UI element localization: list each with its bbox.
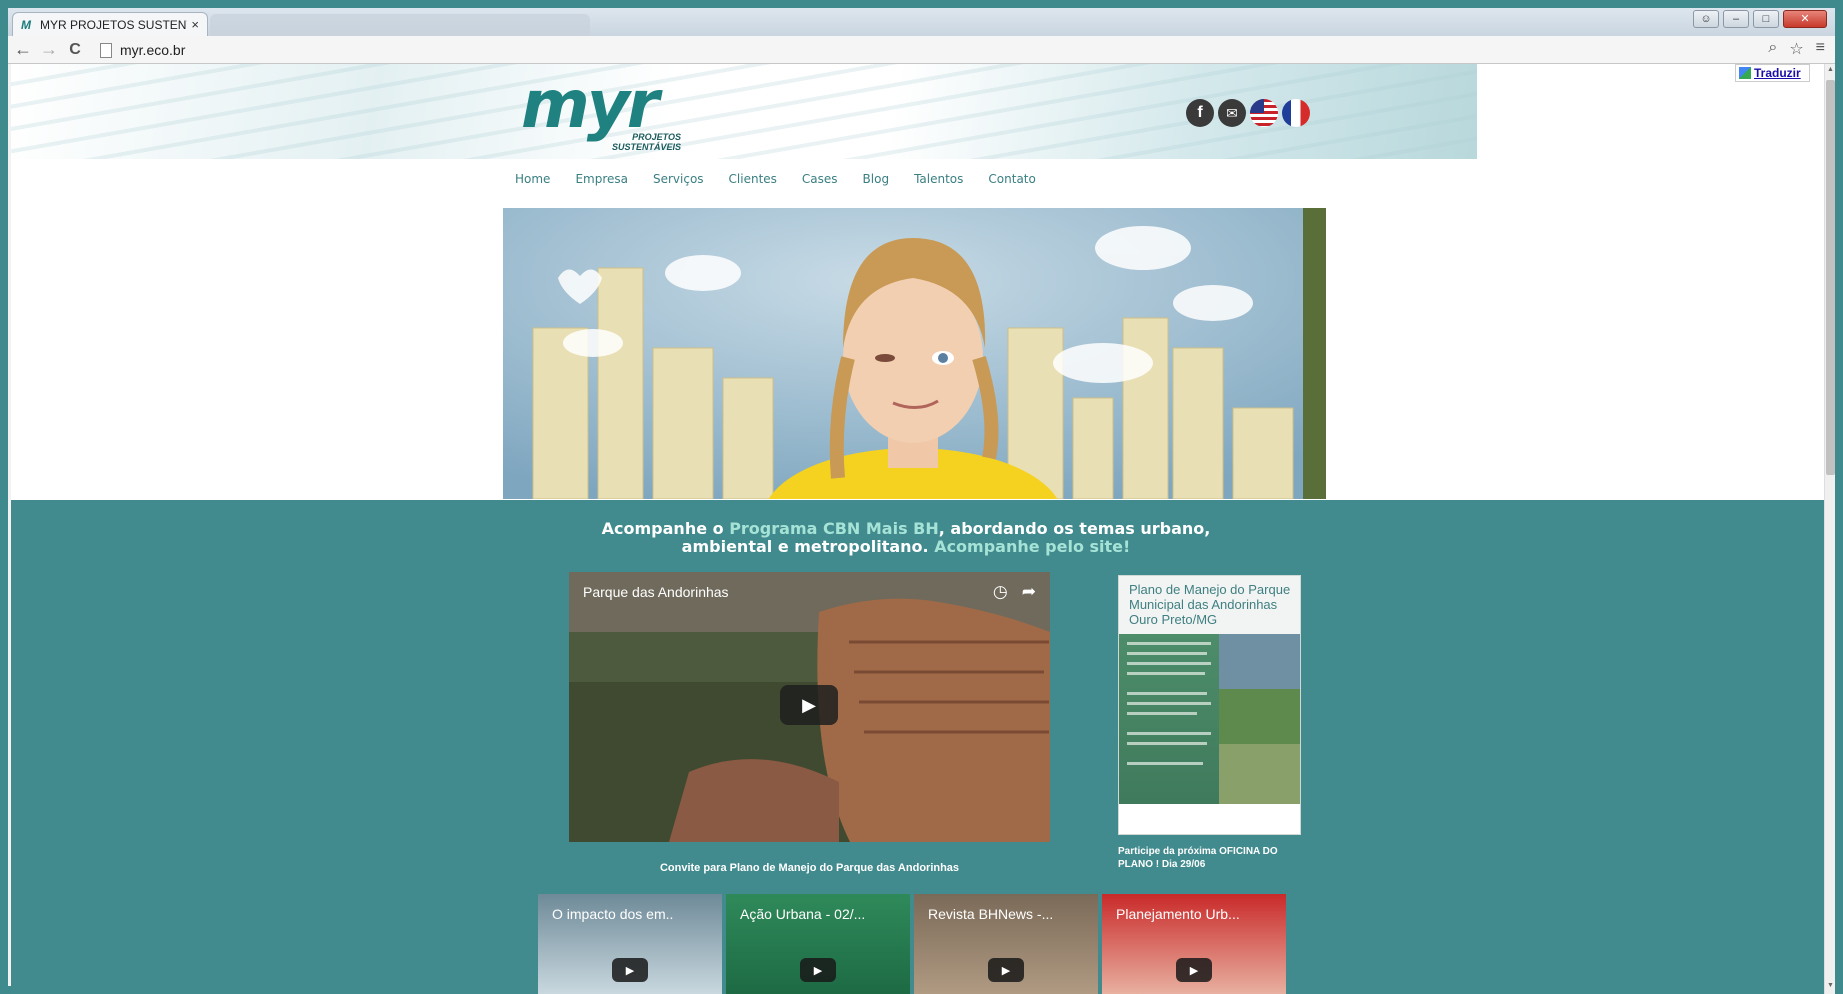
video-thumb-1[interactable]: O impacto dos em.. ▶: [538, 894, 722, 994]
nav-home[interactable]: Home: [515, 172, 550, 186]
france-flag-icon[interactable]: [1282, 99, 1310, 127]
thumb-title: Revista BHNews -...: [928, 906, 1054, 922]
program-site-link[interactable]: Acompanhe pelo site!: [934, 537, 1130, 556]
program-headline: Acompanhe o Programa CBN Mais BH, aborda…: [601, 519, 1211, 556]
video-thumb-4[interactable]: Planejamento Urb... ▶: [1102, 894, 1286, 994]
tab-title: MYR PROJETOS SUSTENT: [40, 17, 188, 32]
video-thumb-2[interactable]: Ação Urbana - 02/... ▶: [726, 894, 910, 994]
thumb-title: Ação Urbana - 02/...: [740, 906, 866, 922]
video-caption: Convite para Plano de Manejo do Parque d…: [659, 862, 960, 874]
logo-wordmark: myr: [521, 66, 659, 143]
browser-toolbar: ← → C myr.eco.br ⌕ ☆ ≡: [8, 36, 1835, 64]
forward-icon[interactable]: →: [38, 39, 60, 60]
poster-sponsors: [1119, 804, 1300, 834]
us-flag-icon[interactable]: [1250, 99, 1278, 127]
program-cbn-link[interactable]: Programa CBN Mais BH: [729, 519, 939, 538]
back-icon[interactable]: ←: [12, 39, 34, 60]
main-nav: Home Empresa Serviços Clientes Cases Blo…: [503, 162, 1326, 196]
window-controls: ☺ – □ ✕: [1693, 10, 1827, 28]
share-icon[interactable]: ➦: [1022, 582, 1036, 602]
translate-label: Traduzir: [1754, 66, 1801, 80]
featured-video[interactable]: Parque das Andorinhas ◷ ➦ ▶: [569, 572, 1050, 842]
scroll-down-icon[interactable]: ▼: [1826, 982, 1835, 992]
nav-talentos[interactable]: Talentos: [914, 172, 963, 186]
page-scrollbar[interactable]: ▲ ▼: [1824, 64, 1835, 994]
video-actions: ◷ ➦: [993, 582, 1036, 602]
maximize-icon[interactable]: □: [1753, 10, 1779, 28]
zoom-icon[interactable]: ⌕: [1768, 39, 1777, 59]
reload-icon[interactable]: C: [64, 41, 86, 59]
google-translate-icon: [1739, 67, 1751, 79]
menu-icon[interactable]: ≡: [1816, 39, 1825, 59]
address-bar[interactable]: myr.eco.br: [100, 39, 1780, 61]
url-text[interactable]: myr.eco.br: [120, 42, 185, 58]
tab-bar: M MYR PROJETOS SUSTENT × ☺ – □ ✕: [8, 8, 1835, 36]
video-thumb-3[interactable]: Revista BHNews -... ▶: [914, 894, 1098, 994]
thumb-title: Planejamento Urb...: [1116, 906, 1240, 922]
toolbar-right: ⌕ ☆ ≡: [1768, 39, 1825, 59]
nav-clientes[interactable]: Clientes: [729, 172, 777, 186]
hero-banner-image[interactable]: [503, 208, 1326, 499]
scrollbar-thumb[interactable]: [1826, 80, 1835, 475]
translate-button[interactable]: Traduzir: [1735, 64, 1810, 82]
browser-tab-inactive[interactable]: [210, 14, 590, 36]
page-icon: [100, 42, 112, 58]
play-icon[interactable]: ▶: [1176, 958, 1212, 982]
play-icon[interactable]: ▶: [800, 958, 836, 982]
play-icon[interactable]: ▶: [612, 958, 648, 982]
site-logo[interactable]: myr PROJETOS SUSTENTÁVEIS: [521, 66, 681, 154]
bookmark-star-icon[interactable]: ☆: [1789, 39, 1803, 59]
video-title: Parque das Andorinhas: [583, 584, 729, 600]
watch-later-icon[interactable]: ◷: [993, 582, 1008, 602]
mail-icon[interactable]: ✉: [1218, 99, 1246, 127]
page-viewport: myr PROJETOS SUSTENTÁVEIS f ✉ Traduzir H…: [11, 64, 1824, 994]
nav-cases[interactable]: Cases: [802, 172, 838, 186]
thumb-title: O impacto dos em..: [552, 906, 674, 922]
play-icon[interactable]: ▶: [780, 685, 838, 725]
tab-close-icon[interactable]: ×: [191, 17, 199, 32]
nav-blog[interactable]: Blog: [863, 172, 890, 186]
site-favicon-icon: M: [21, 17, 31, 32]
play-icon[interactable]: ▶: [988, 958, 1024, 982]
logo-subtitle: PROJETOS SUSTENTÁVEIS: [611, 132, 681, 152]
poster-image: [1119, 634, 1300, 804]
hero-illustration: [503, 208, 1326, 499]
nav-empresa[interactable]: Empresa: [575, 172, 628, 186]
minimize-icon[interactable]: –: [1723, 10, 1749, 28]
poster-caption: Participe da próxima OFICINA DO PLANO ! …: [1118, 846, 1278, 870]
social-links: f ✉: [1186, 99, 1310, 127]
content-section: Acompanhe o Programa CBN Mais BH, aborda…: [11, 500, 1824, 994]
scroll-up-icon[interactable]: ▲: [1826, 66, 1835, 76]
user-icon[interactable]: ☺: [1693, 10, 1719, 28]
poster-title: Plano de Manejo do Parque Municipal das …: [1129, 582, 1291, 627]
video-thumbnails: O impacto dos em.. ▶ Ação Urbana - 02/..…: [538, 894, 1286, 994]
event-poster[interactable]: Plano de Manejo do Parque Municipal das …: [1118, 575, 1301, 835]
close-window-icon[interactable]: ✕: [1783, 10, 1827, 28]
nav-contato[interactable]: Contato: [988, 172, 1035, 186]
browser-tab-active[interactable]: M MYR PROJETOS SUSTENT ×: [12, 12, 208, 36]
nav-servicos[interactable]: Serviços: [653, 172, 704, 186]
facebook-icon[interactable]: f: [1186, 99, 1214, 127]
